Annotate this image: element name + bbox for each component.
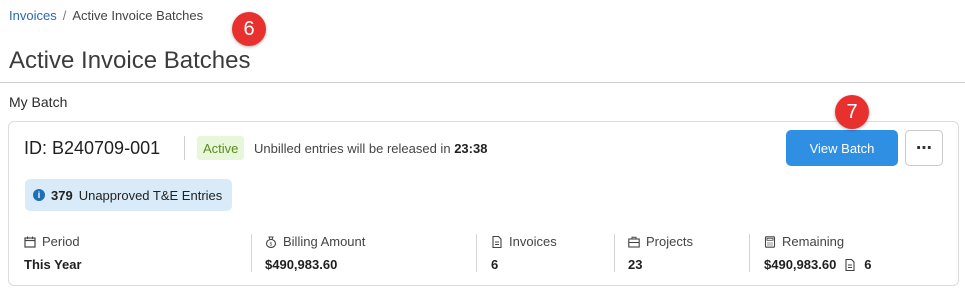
- unapproved-label: Unapproved T&E Entries: [78, 187, 223, 203]
- step-callout-7: 7: [835, 95, 869, 129]
- release-text-label: Unbilled entries will be released in: [254, 141, 451, 156]
- stat-period-label: Period: [42, 234, 80, 249]
- more-icon: ⋯: [916, 140, 932, 157]
- stat-billing-amount: $ Billing Amount $490,983.60: [265, 234, 365, 274]
- stat-period-value: This Year: [24, 257, 82, 272]
- invoice-icon: [492, 235, 502, 248]
- stat-invoices-label: Invoices: [509, 234, 557, 249]
- status-badge: Active: [197, 136, 245, 160]
- stat-remaining-invoice-count: 6: [864, 257, 872, 272]
- stat-remaining-label: Remaining: [782, 234, 845, 249]
- stat-billing-label: Billing Amount: [283, 234, 366, 249]
- stat-period: Period This Year: [24, 234, 82, 274]
- batch-id: ID: B240709-001: [24, 138, 161, 158]
- stat-invoices-value: 6: [491, 257, 499, 272]
- title-divider: [0, 82, 965, 83]
- section-label-my-batch: My Batch: [9, 94, 68, 110]
- stat-projects: Projects 23: [628, 234, 693, 274]
- view-batch-button[interactable]: View Batch: [786, 130, 898, 166]
- invoice-icon: [845, 258, 855, 271]
- calendar-icon: [24, 236, 36, 248]
- stat-projects-value: 23: [628, 257, 643, 272]
- release-time: 23:38: [454, 141, 488, 156]
- briefcase-icon: [628, 236, 640, 248]
- batch-card: ID: B240709-001 Active Unbilled entries …: [8, 121, 959, 286]
- stat-invoices: Invoices 6: [491, 234, 557, 274]
- stat-divider: [251, 234, 252, 272]
- unapproved-entries-notice[interactable]: i 379 Unapproved T&E Entries: [25, 179, 233, 211]
- svg-text:$: $: [269, 241, 272, 247]
- more-options-button[interactable]: ⋯: [905, 130, 943, 166]
- breadcrumb-current: Active Invoice Batches: [72, 8, 204, 23]
- step-callout-6: 6: [232, 12, 266, 46]
- breadcrumb: Invoices / Active Invoice Batches: [9, 8, 203, 23]
- stat-divider: [476, 234, 477, 272]
- unapproved-count: 379: [51, 187, 73, 203]
- stat-billing-value: $490,983.60: [265, 257, 338, 272]
- header-divider: [184, 136, 185, 160]
- stat-remaining-amount: $490,983.60: [764, 257, 837, 272]
- calculator-icon: [764, 235, 776, 248]
- money-bag-icon: $: [265, 236, 277, 248]
- page-title: Active Invoice Batches: [9, 47, 251, 74]
- stat-divider: [614, 234, 615, 272]
- info-icon: i: [33, 189, 45, 201]
- stat-divider: [749, 234, 750, 272]
- release-countdown: Unbilled entries will be released in 23:…: [254, 141, 487, 156]
- breadcrumb-separator: /: [62, 8, 67, 23]
- breadcrumb-invoices-link[interactable]: Invoices: [9, 8, 57, 23]
- stat-remaining: Remaining $490,983.60 6: [764, 234, 872, 274]
- stat-projects-label: Projects: [646, 234, 693, 249]
- stat-remaining-value-row: $490,983.60 6: [764, 257, 872, 272]
